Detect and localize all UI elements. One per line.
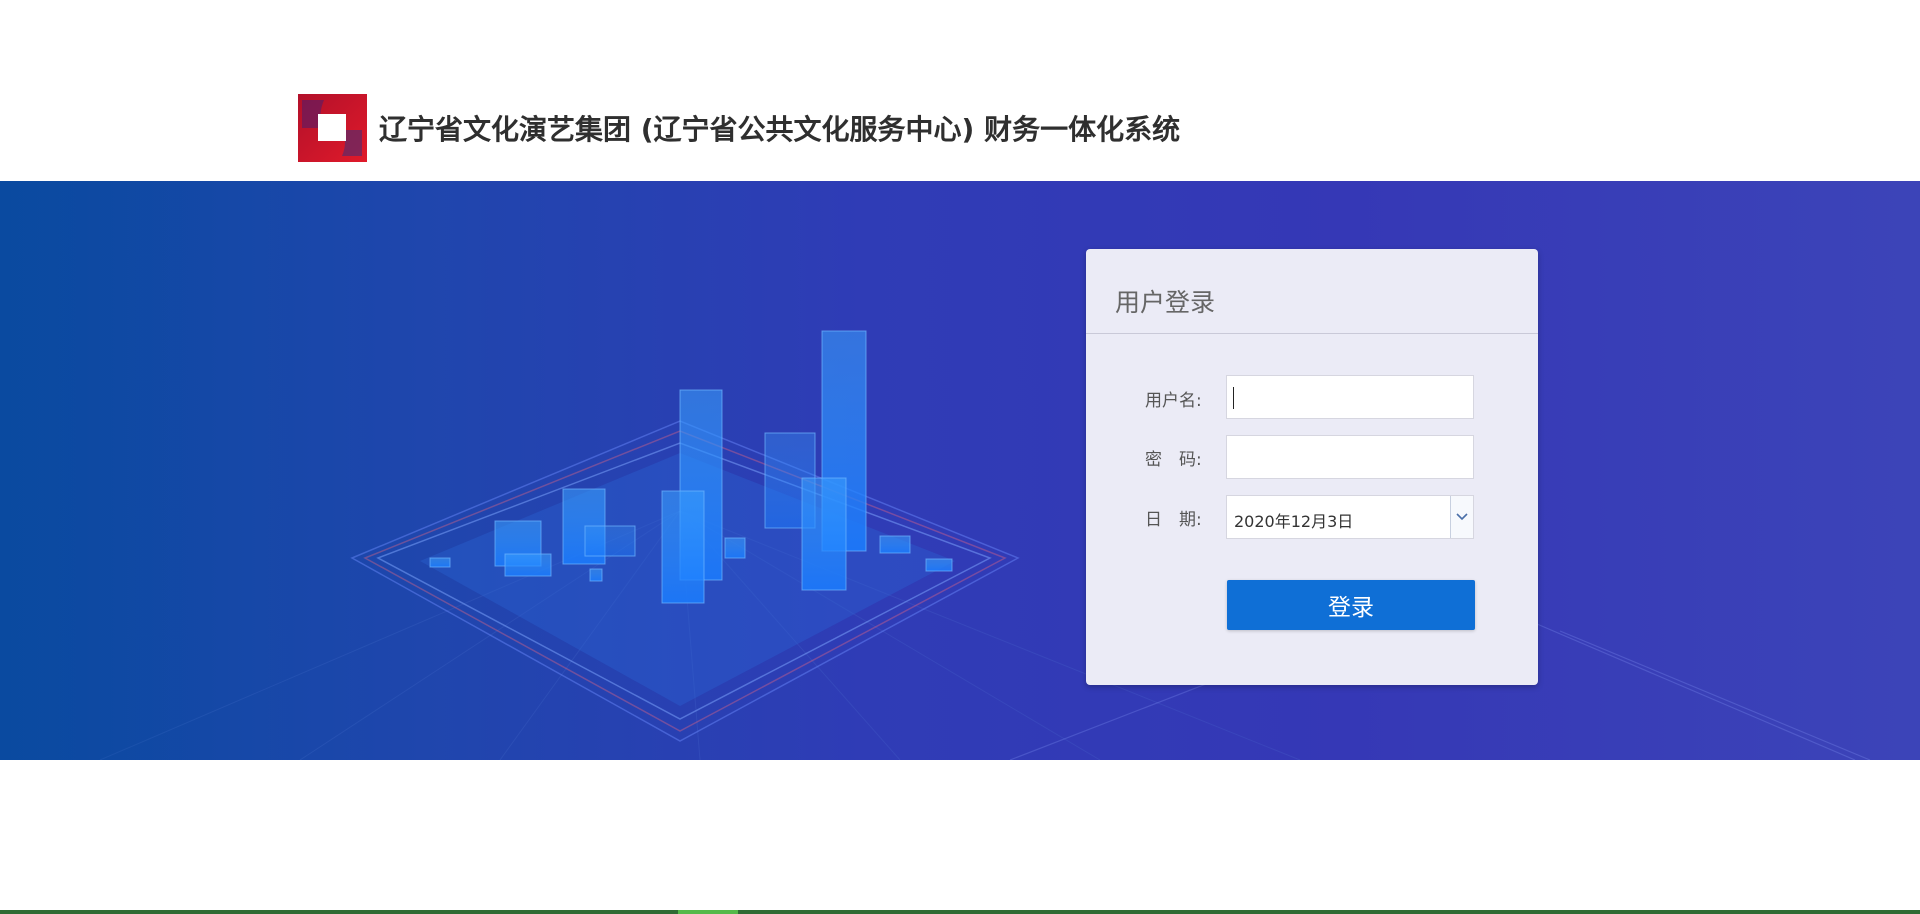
username-label: 用户名:: [1145, 391, 1202, 411]
red-square-logo-icon: [298, 94, 367, 162]
text-caret: [1233, 387, 1234, 409]
date-value: 2020年12月3日: [1234, 512, 1354, 531]
page-header: 辽宁省文化演艺集团 (辽宁省公共文化服务中心) 财务一体化系统: [0, 0, 1920, 181]
username-input[interactable]: [1227, 376, 1473, 418]
login-button[interactable]: 登录: [1227, 580, 1475, 630]
login-panel: 用户登录 用户名: 密 码: 日 期: 2020年12月3日 登录: [1086, 249, 1538, 685]
date-dropdown-toggle[interactable]: [1450, 496, 1473, 538]
site-title: 辽宁省文化演艺集团 (辽宁省公共文化服务中心) 财务一体化系统: [379, 113, 1181, 146]
password-field[interactable]: [1226, 435, 1474, 479]
password-input[interactable]: [1227, 436, 1473, 478]
password-label: 密 码:: [1145, 450, 1202, 470]
hero-banner: [0, 181, 1920, 760]
username-field[interactable]: [1226, 375, 1474, 419]
login-page: 辽宁省文化演艺集团 (辽宁省公共文化服务中心) 财务一体化系统 用户登录 用户名…: [0, 0, 1920, 914]
date-label: 日 期:: [1145, 510, 1202, 530]
bottom-bar: [0, 910, 1920, 914]
bottom-bar-accent: [678, 910, 738, 914]
data-visualization-illustration: [0, 181, 1871, 760]
login-title: 用户登录: [1115, 288, 1216, 317]
chevron-down-icon: [1456, 513, 1468, 521]
title-divider: [1086, 333, 1538, 334]
date-picker[interactable]: 2020年12月3日: [1226, 495, 1474, 539]
